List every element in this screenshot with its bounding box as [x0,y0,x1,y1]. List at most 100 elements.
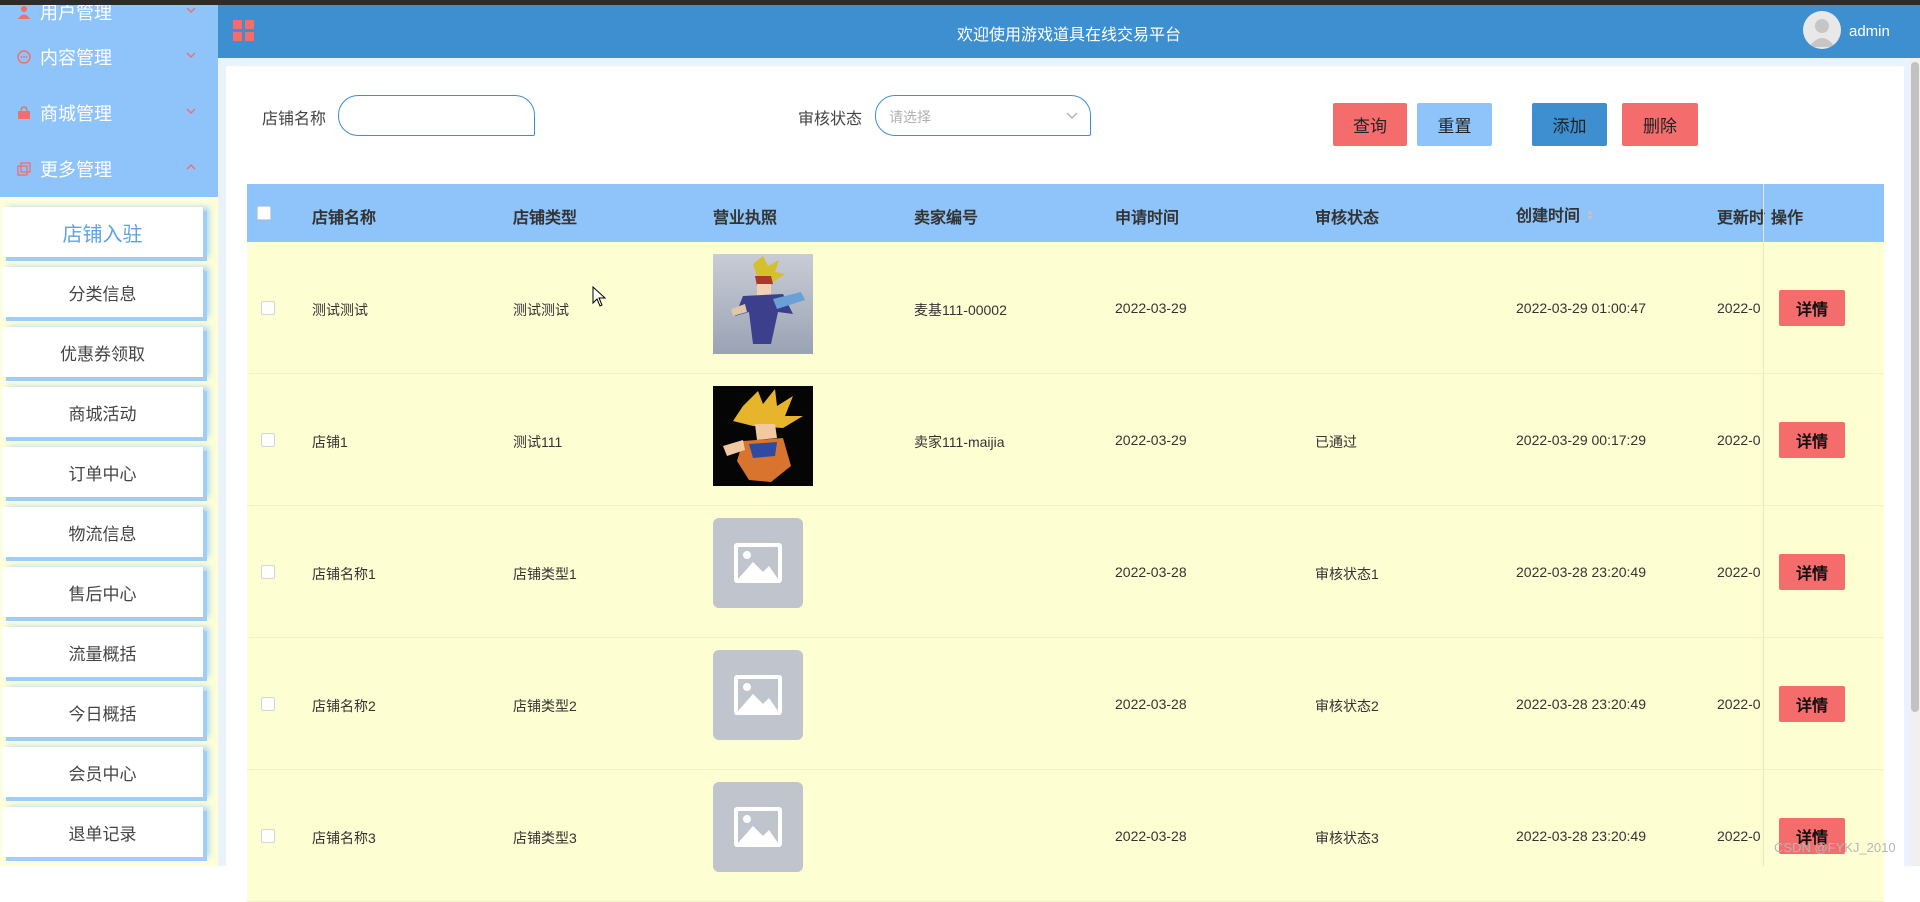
status-select-placeholder: 请选择 [889,109,931,125]
cell-apply-time: 2022-03-29 [1115,300,1187,316]
status-select[interactable]: 请选择 [875,95,1091,136]
table-header: 店铺名称 店铺类型 营业执照 卖家编号 申请时间 审核状态 创建时间 更新时 操… [247,184,1884,242]
submenu-item-orders[interactable]: 订单中心 [2,447,203,497]
cell-created-time: 2022-03-28 23:20:49 [1516,564,1646,580]
column-header-created-label: 创建时间 [1516,208,1581,225]
menu-group-users[interactable]: 用户管理 [0,5,218,29]
license-thumbnail[interactable] [713,254,813,354]
table-row[interactable]: 店铺名称1 店铺类型1 2022-03-28 审核状态1 2022-03-28 23:2… [247,506,1884,638]
cell-shop-type: 店铺类型2 [513,698,577,714]
username[interactable]: admin [1849,23,1890,40]
cell-updated-time: 2022-0 [1717,432,1761,448]
cell-created-time: 2022-03-29 01:00:47 [1516,300,1646,316]
cell-updated-time: 2022-0 [1717,828,1761,844]
cell-created-time: 2022-03-28 23:20:49 [1516,696,1646,712]
cell-shop-type: 测试111 [513,434,563,450]
column-header-apply-time: 申请时间 [1115,210,1180,227]
table-row[interactable]: 店铺名称2 店铺类型2 2022-03-28 审核状态2 2022-03-28 23:2… [247,638,1884,770]
sort-icon[interactable] [1586,209,1594,221]
detail-button[interactable]: 详情 [1779,686,1845,722]
image-placeholder-icon[interactable] [713,650,803,740]
mouse-cursor-icon [592,286,607,307]
delete-button[interactable]: 删除 [1622,103,1698,146]
shop-name-input[interactable] [338,95,535,136]
chevron-down-icon [186,52,196,58]
column-header-seller: 卖家编号 [914,210,979,227]
watermark: CSDN @FYKJ_2010 [1774,840,1896,855]
header-title: 欢迎使用游戏道具在线交易平台 [956,27,1181,44]
cell-shop-name: 店铺名称1 [312,566,376,582]
row-checkbox[interactable] [261,301,275,315]
cell-status: 已通过 [1315,434,1357,450]
table-row[interactable]: 店铺名称3 店铺类型3 2022-03-28 审核状态3 2022-03-28 23:2… [247,770,1884,902]
cell-seller-id: 麦基111-00002 [914,302,1007,318]
submenu-item-shop-entry[interactable]: 店铺入驻 [2,207,203,257]
cell-shop-type: 店铺类型1 [513,566,577,582]
submenu-item-refunds[interactable]: 退单记录 [2,807,203,857]
detail-button[interactable]: 详情 [1779,290,1845,326]
menu-group-more[interactable]: 更多管理 [0,141,218,197]
row-checkbox[interactable] [261,433,275,447]
cell-status: 审核状态1 [1315,566,1379,582]
column-header-updated: 更新时 [1717,210,1765,227]
submenu-item-logistics[interactable]: 物流信息 [2,507,203,557]
column-header-license: 营业执照 [713,210,778,227]
submenu-item-activity[interactable]: 商城活动 [2,387,203,437]
cell-shop-name: 店铺名称2 [312,698,376,714]
reset-button[interactable]: 重置 [1417,103,1492,146]
column-header-status: 审核状态 [1315,210,1380,227]
license-thumbnail[interactable] [713,386,813,486]
submenu-item-aftersale[interactable]: 售后中心 [2,567,203,617]
table-row[interactable]: 店铺1 测试111 卖家111-maijia 2022-03-29 已通过 2022-03… [247,374,1884,506]
message-icon [16,49,32,65]
chevron-up-icon [186,164,196,170]
image-placeholder-icon[interactable] [713,782,803,872]
sidebar: 用户管理 内容管理 商城管理 更多管理 店铺入驻 分类信息 优惠券领取 商城活动… [0,5,218,866]
menu-group-label: 更多管理 [40,160,112,180]
submenu-item-members[interactable]: 会员中心 [2,747,203,797]
cell-apply-time: 2022-03-28 [1115,828,1187,844]
submenu-item-today[interactable]: 今日概括 [2,687,203,737]
cell-updated-time: 2022-0 [1717,564,1761,580]
top-header: 欢迎使用游戏道具在线交易平台 admin [218,5,1920,58]
cell-status: 审核状态2 [1315,698,1379,714]
cell-apply-time: 2022-03-28 [1115,696,1187,712]
table-row[interactable]: 测试测试 测试测试 麦基111-00002 2022-03-29 2022-03-29 … [247,242,1884,374]
submenu: 店铺入驻 分类信息 优惠券领取 商城活动 订单中心 物流信息 售后中心 流量概括… [0,197,218,857]
cell-apply-time: 2022-03-29 [1115,432,1187,448]
shop-name-label: 店铺名称 [262,111,327,128]
cell-shop-name: 店铺名称3 [312,830,376,846]
row-checkbox[interactable] [261,697,275,711]
copy-icon [16,161,32,177]
add-button[interactable]: 添加 [1532,103,1607,146]
column-header-name: 店铺名称 [312,210,377,227]
scrollbar-thumb[interactable] [1911,62,1919,712]
row-checkbox[interactable] [261,829,275,843]
menu-group-label: 商城管理 [40,104,112,124]
submenu-item-category[interactable]: 分类信息 [2,267,203,317]
cell-shop-type: 店铺类型3 [513,830,577,846]
cell-updated-time: 2022-0 [1717,300,1761,316]
submenu-item-coupon[interactable]: 优惠券领取 [2,327,203,377]
menu-group-label: 内容管理 [40,48,112,68]
cell-created-time: 2022-03-29 00:17:29 [1516,432,1646,448]
shop-icon [16,105,32,121]
cell-shop-name: 店铺1 [312,434,348,450]
cell-shop-name: 测试测试 [312,302,368,318]
column-header-created[interactable]: 创建时间 [1516,202,1594,226]
row-checkbox[interactable] [261,565,275,579]
fixed-column-divider [1763,184,1764,866]
select-all-checkbox[interactable] [257,206,271,220]
submenu-item-traffic[interactable]: 流量概括 [2,627,203,677]
detail-button[interactable]: 详情 [1779,422,1845,458]
query-button[interactable]: 查询 [1333,103,1407,146]
avatar[interactable] [1803,11,1841,49]
detail-button[interactable]: 详情 [1779,554,1845,590]
cell-updated-time: 2022-0 [1717,696,1761,712]
status-label: 审核状态 [798,111,863,128]
cell-status: 审核状态3 [1315,830,1379,846]
menu-group-shop[interactable]: 商城管理 [0,85,218,141]
cell-created-time: 2022-03-28 23:20:49 [1516,828,1646,844]
image-placeholder-icon[interactable] [713,518,803,608]
menu-group-content[interactable]: 内容管理 [0,29,218,85]
